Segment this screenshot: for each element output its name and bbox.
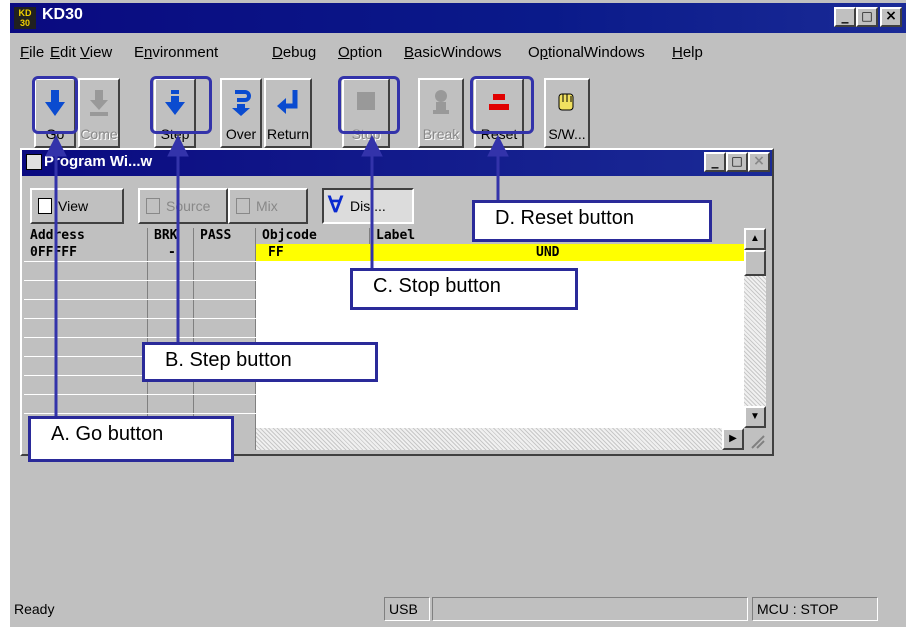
- status-ready: Ready: [14, 601, 55, 617]
- status-mcu: MCU : STOP: [752, 597, 878, 621]
- callout-arrows: [45, 134, 509, 420]
- callout-reset: D. Reset button: [472, 200, 712, 242]
- callout-go: A. Go button: [28, 416, 234, 462]
- callout-step: B. Step button: [142, 342, 378, 382]
- status-empty-panel: [432, 597, 748, 621]
- callout-stop: C. Stop button: [350, 268, 578, 310]
- status-connection: USB: [384, 597, 430, 621]
